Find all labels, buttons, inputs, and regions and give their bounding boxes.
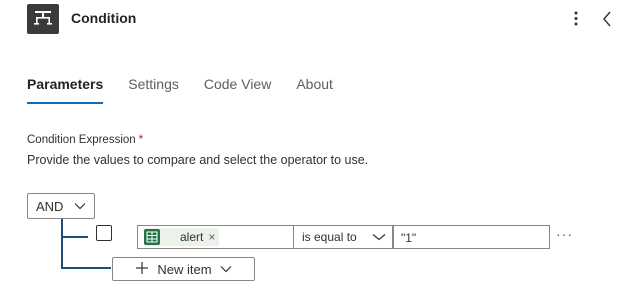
required-marker: * <box>138 134 144 146</box>
tab-settings[interactable]: Settings <box>128 76 179 104</box>
excel-icon <box>144 229 160 245</box>
row-more-options-icon[interactable]: ··· <box>556 227 573 241</box>
condition-description: Provide the values to compare and select… <box>27 153 369 167</box>
chevron-down-icon <box>372 234 386 241</box>
token-label: alert <box>180 230 204 244</box>
new-item-button[interactable]: New item <box>112 257 255 281</box>
new-item-label: New item <box>157 261 212 277</box>
chevron-down-icon <box>220 265 232 273</box>
connector-line-row <box>61 236 88 238</box>
condition-expression-text: Condition Expression <box>27 134 136 146</box>
more-vertical-icon[interactable] <box>571 10 581 28</box>
tab-about[interactable]: About <box>296 76 333 104</box>
panel-title: Condition <box>71 10 137 26</box>
dynamic-content-token[interactable]: alert × <box>144 228 220 246</box>
remove-token-button[interactable]: × <box>208 230 219 244</box>
condition-expression-label: Condition Expression * <box>27 134 143 146</box>
group-operator-value: AND <box>36 198 64 214</box>
operator-value: is equal to <box>302 230 357 244</box>
right-operand-field[interactable]: "1" <box>393 225 550 249</box>
tab-code-view[interactable]: Code View <box>204 76 271 104</box>
plus-icon <box>135 260 149 278</box>
chevron-left-icon[interactable] <box>601 10 613 28</box>
row-select-checkbox[interactable] <box>96 225 112 241</box>
group-operator-select[interactable]: AND <box>27 193 95 219</box>
chevron-down-icon <box>74 203 86 210</box>
connector-line-new-item <box>61 267 111 269</box>
tab-bar: Parameters Settings Code View About <box>27 76 358 104</box>
connector-line-vertical <box>61 219 63 268</box>
operator-select[interactable]: is equal to <box>293 225 393 249</box>
tab-parameters[interactable]: Parameters <box>27 76 104 104</box>
condition-icon <box>27 4 59 34</box>
